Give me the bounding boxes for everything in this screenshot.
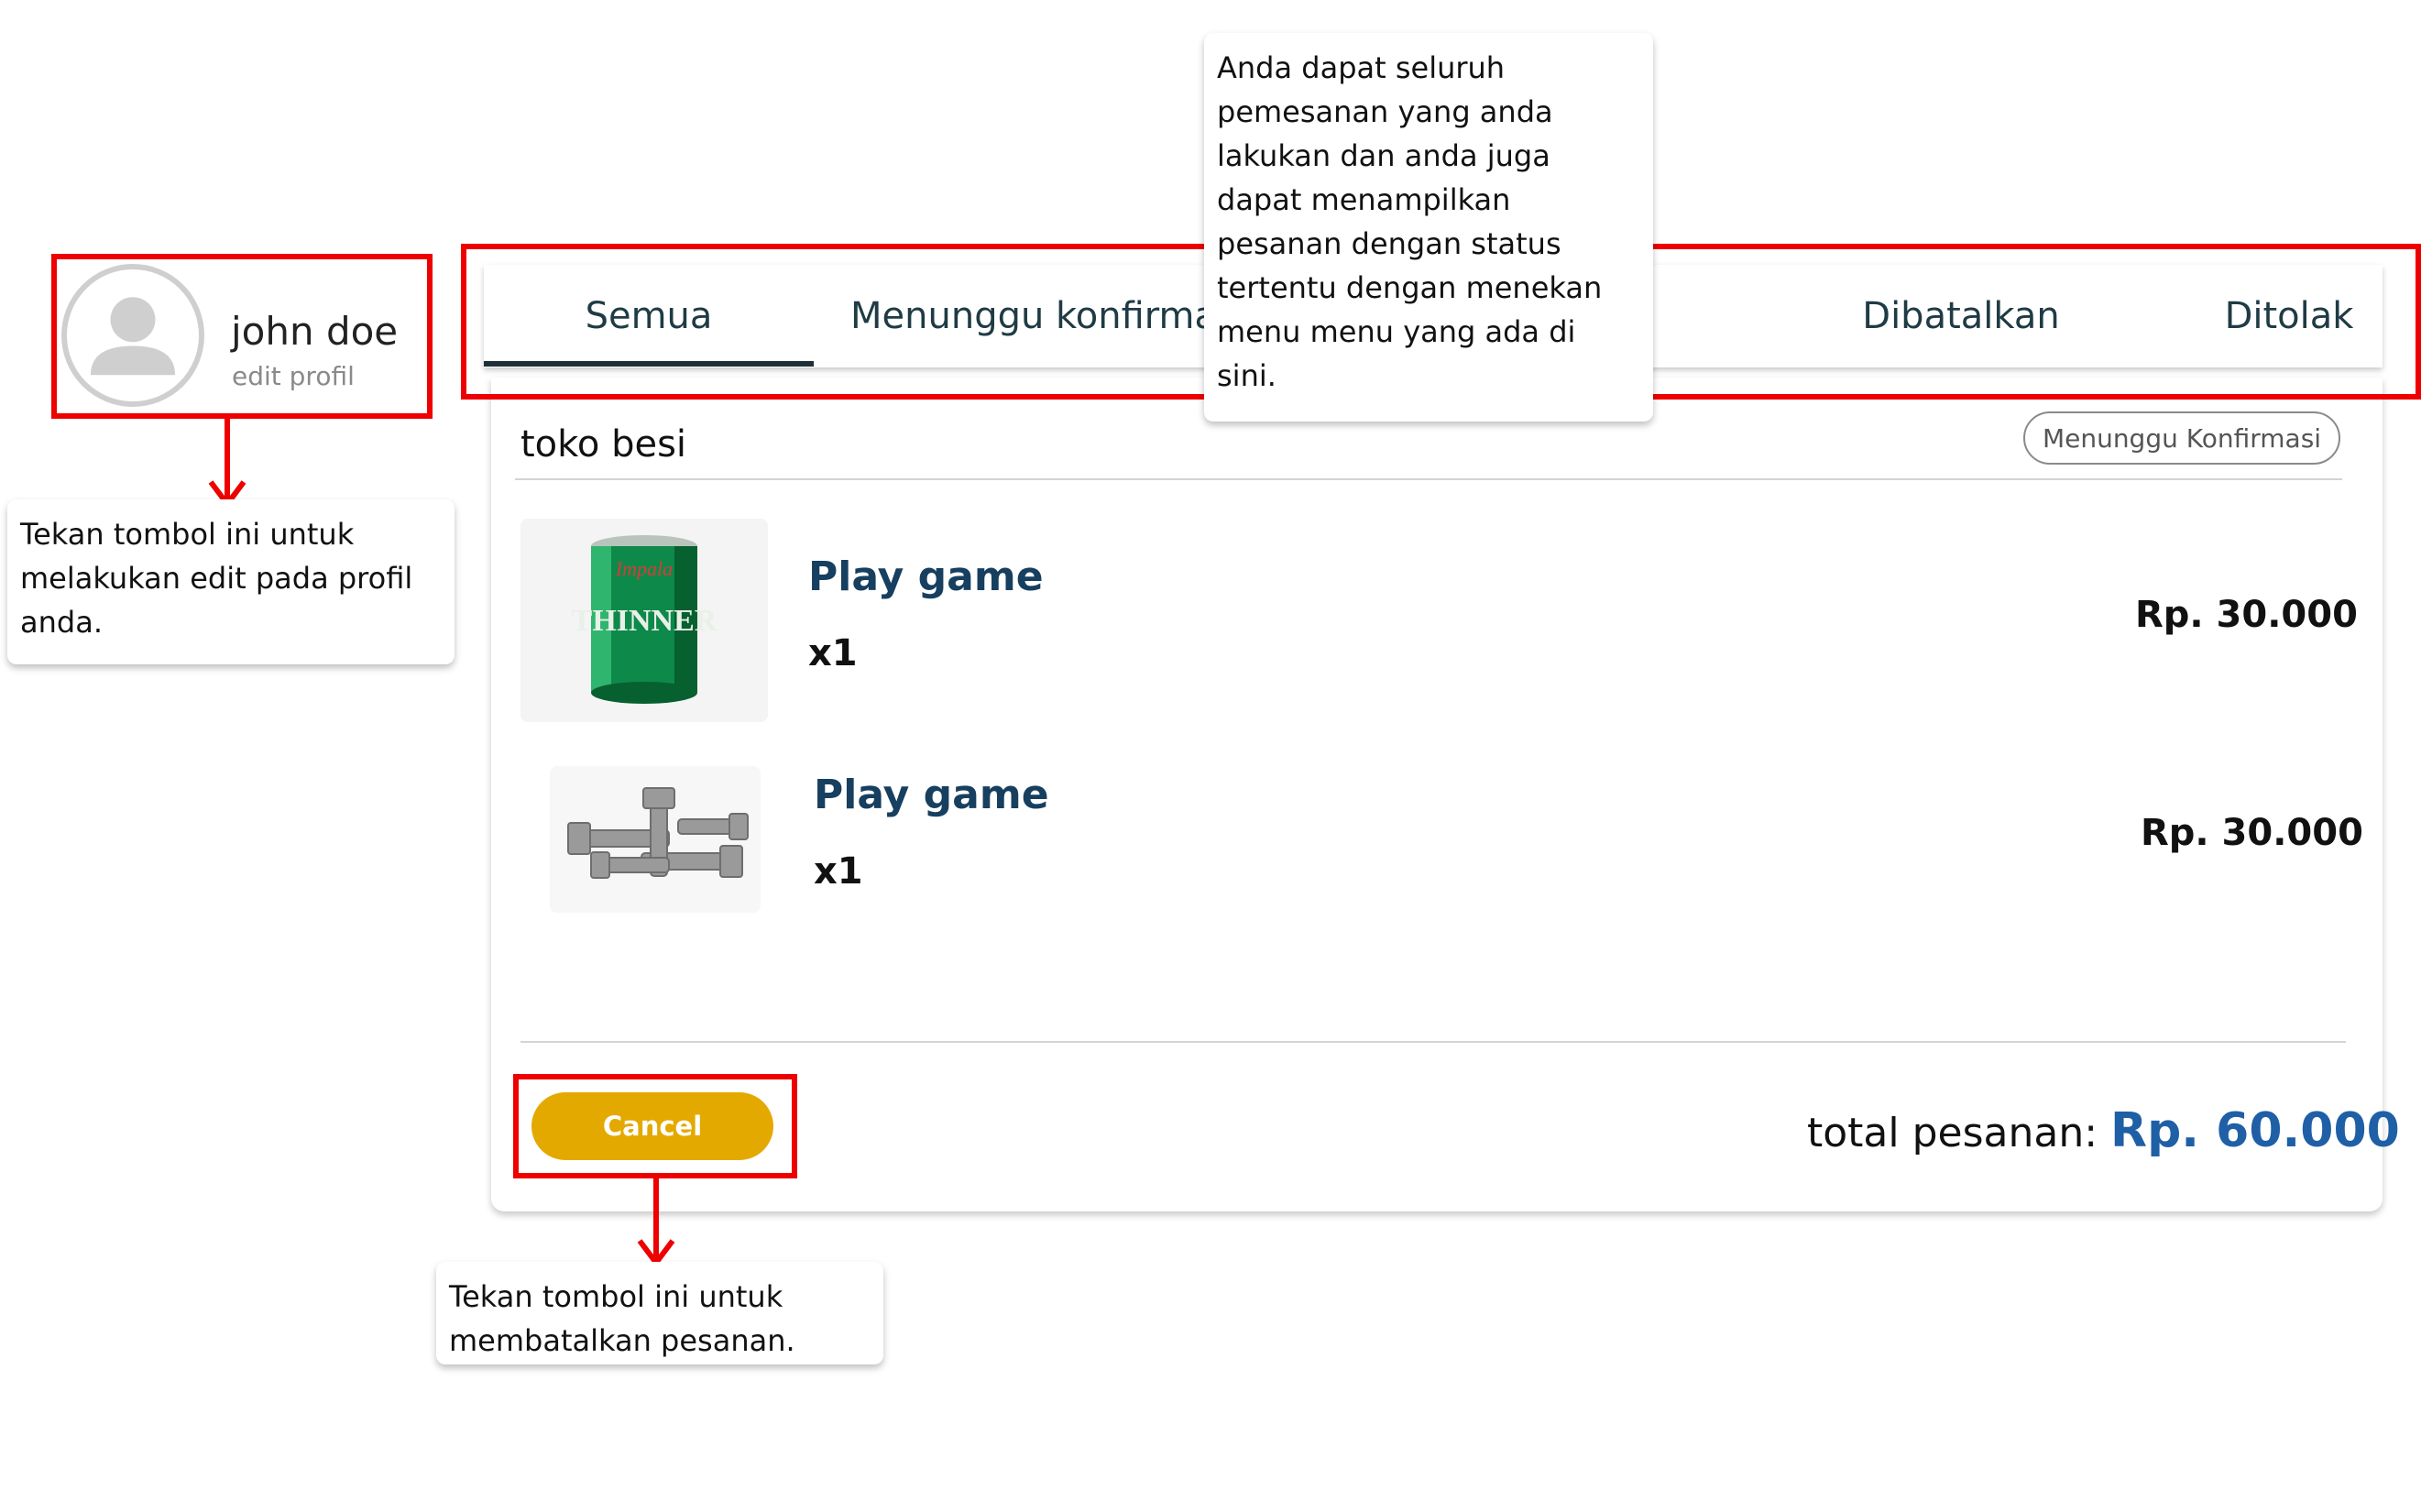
product-image xyxy=(550,766,761,913)
product-image: THINNER Impala xyxy=(520,519,768,722)
cancel-highlight-box xyxy=(513,1074,797,1178)
svg-text:THINNER: THINNER xyxy=(572,604,718,638)
tabs-help-tooltip: Anda dapat seluruh pemesanan yang anda l… xyxy=(1204,33,1653,422)
svg-text:Impala: Impala xyxy=(615,557,673,580)
product-price: Rp. 30.000 xyxy=(2135,594,2358,636)
total-label: total pesanan: xyxy=(1807,1110,2098,1156)
total-amount: Rp. 60.000 xyxy=(2110,1103,2400,1158)
divider xyxy=(515,478,2342,480)
thinner-can-icon: THINNER Impala xyxy=(520,519,768,722)
cancel-help-tooltip: Tekan tombol ini untuk membatalkan pesan… xyxy=(436,1262,883,1364)
product-quantity: x1 xyxy=(808,632,858,674)
profile-highlight-box xyxy=(51,254,433,419)
product-name: Play game xyxy=(814,772,1049,818)
product-name: Play game xyxy=(808,553,1044,600)
store-name: toko besi xyxy=(520,423,687,466)
product-price: Rp. 30.000 xyxy=(2141,812,2363,854)
product-quantity: x1 xyxy=(814,850,863,893)
profile-help-tooltip: Tekan tombol ini untuk melakukan edit pa… xyxy=(7,499,455,664)
bolts-icon xyxy=(550,766,761,913)
status-badge: Menunggu Konfirmasi xyxy=(2023,411,2340,465)
order-total: total pesanan: Rp. 60.000 xyxy=(1807,1103,2400,1158)
divider xyxy=(520,1041,2346,1043)
